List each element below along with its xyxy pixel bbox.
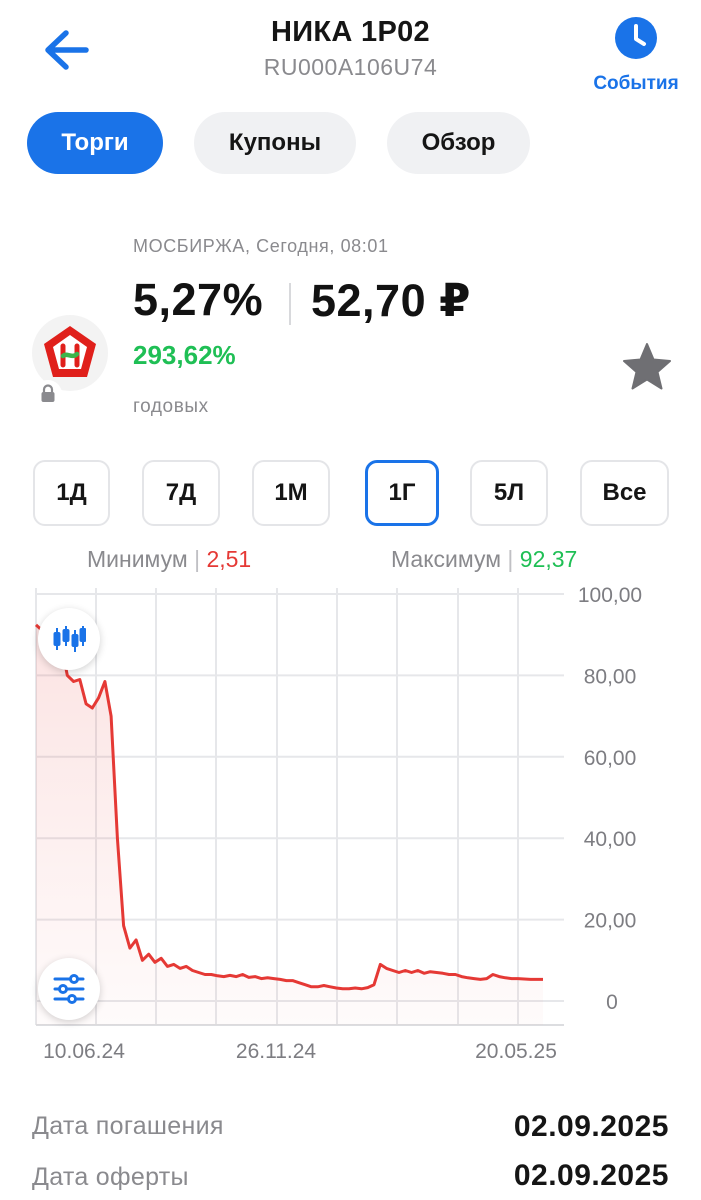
star-icon [623,343,671,390]
tab-trading[interactable]: Торги [27,112,163,174]
divider [289,283,291,325]
sliders-icon [53,974,85,1004]
tab-coupons[interactable]: Купоны [194,112,356,174]
candlestick-icon [53,626,86,652]
range-minimum: Минимум | 2,51 [87,546,252,572]
max-value: 92,37 [519,546,578,572]
x-tick-label: 20.05.25 [475,1040,557,1063]
issuer-logo-icon [44,326,96,377]
min-value: 2,51 [206,546,252,572]
annual-yield: 293,62% [133,340,236,370]
maturity-date-value: 02.09.2025 [513,1110,669,1143]
y-tick-label: 60,00 [584,747,637,770]
events-button[interactable]: События [586,16,686,95]
y-tick-label: 0 [606,991,618,1014]
chart-settings-button[interactable] [38,958,100,1020]
period-all[interactable]: Все [580,460,669,526]
lock-icon [34,380,62,408]
app-header: НИКА 1Р02 RU000A106U74 События [0,0,701,100]
range-maximum: Максимум | 92,37 [391,546,578,572]
chart-area-fill [36,624,543,1025]
price-chart[interactable]: 100,00 80,00 60,00 40,00 20,00 0 10.06.24 26.1… [0,580,701,1080]
annual-label: годовых [133,396,209,417]
max-label: Максимум [391,546,502,572]
offer-date-label: Дата оферты [32,1163,189,1191]
period-selector: 1Д 7Д 1М 1Г 5Л Все [33,460,669,526]
x-tick-label: 26.11.24 [236,1040,317,1063]
bond-yield: 5,27% [133,274,264,325]
price-chart-svg: 100,00 80,00 60,00 40,00 20,00 0 10.06.24 26.1… [34,584,642,1063]
period-7d[interactable]: 7Д [142,460,220,526]
offer-date-value: 02.09.2025 [513,1159,669,1192]
period-1m[interactable]: 1М [252,460,330,526]
favorite-star-button[interactable] [620,340,674,394]
tab-bar: Торги Купоны Обзор [27,112,530,174]
exchange-timestamp: МОСБИРЖА, Сегодня, 08:01 [133,236,389,256]
y-tick-label: 80,00 [584,665,637,688]
period-5y[interactable]: 5Л [470,460,548,526]
clock-icon [615,17,657,59]
bond-price: 52,70 ₽ [311,275,471,326]
y-tick-label: 100,00 [578,584,642,607]
y-tick-label: 40,00 [584,828,637,851]
period-1d[interactable]: 1Д [33,460,110,526]
min-label: Минимум [87,546,188,572]
period-1y[interactable]: 1Г [365,460,439,526]
y-tick-label: 20,00 [584,910,637,933]
tab-overview[interactable]: Обзор [387,112,530,174]
events-label: События [593,73,679,94]
maturity-date-label: Дата погашения [32,1112,224,1140]
x-tick-label: 10.06.24 [43,1040,125,1063]
candles-toggle-button[interactable] [38,608,100,670]
